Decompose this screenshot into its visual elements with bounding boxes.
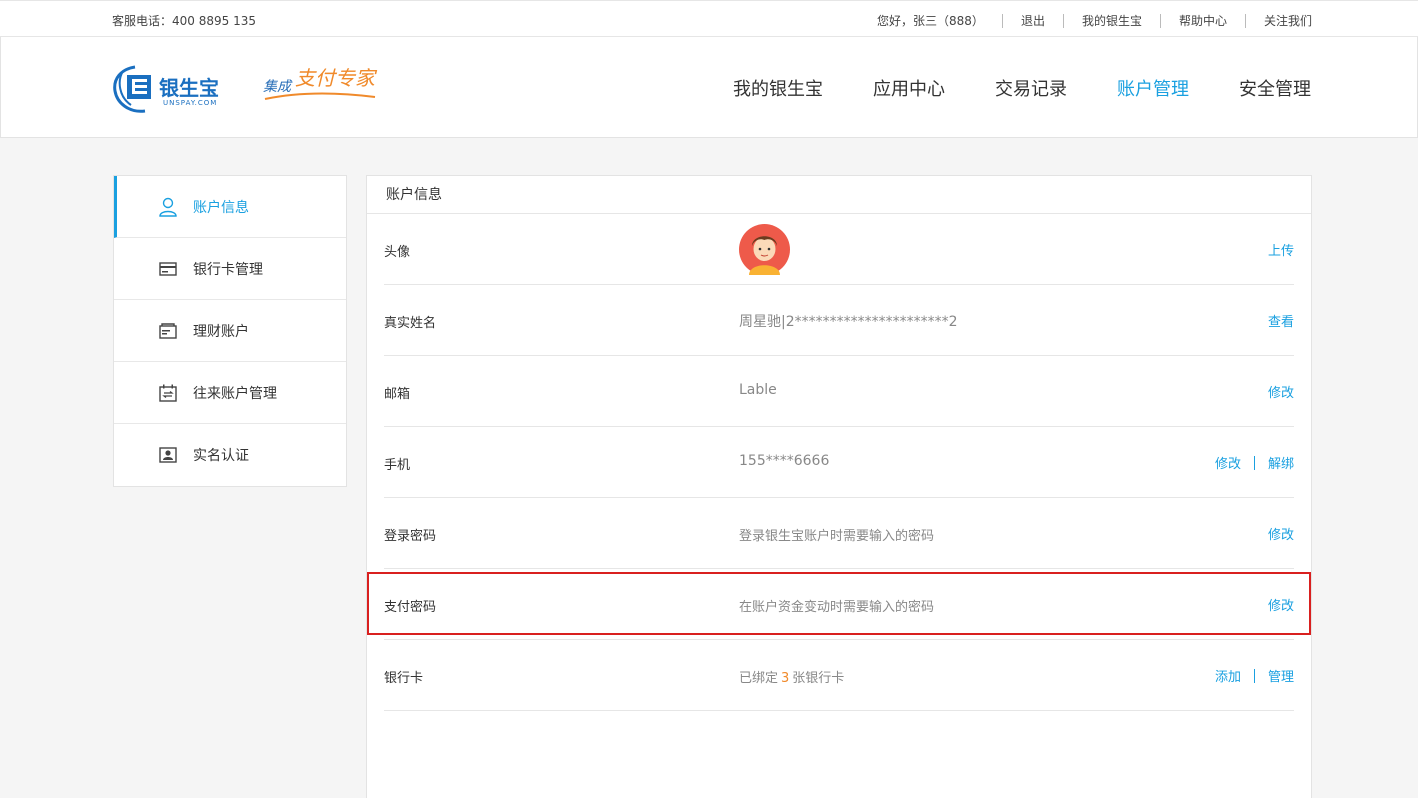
nav-account-management[interactable]: 账户管理 bbox=[1117, 75, 1189, 101]
login-password-label: 登录密码 bbox=[384, 529, 437, 544]
phone-value: 155****6666 bbox=[739, 453, 830, 469]
phone-actions: 修改 解绑 bbox=[1215, 453, 1294, 472]
my-unspay-link[interactable]: 我的银生宝 bbox=[1082, 12, 1142, 29]
user-icon bbox=[158, 197, 178, 217]
sidebar-item-real-name[interactable]: 实名认证 bbox=[114, 424, 346, 486]
avatar bbox=[739, 224, 790, 275]
real-name-actions: 查看 bbox=[1268, 311, 1294, 330]
divider bbox=[1244, 13, 1246, 28]
unspay-logo[interactable]: 银生宝 UNSPAY.COM 集成 支付专家 bbox=[113, 61, 383, 117]
panel-title: 账户信息 bbox=[367, 176, 1311, 214]
email-value: Lable bbox=[739, 382, 777, 398]
login-password-hint: 登录银生宝账户时需要输入的密码 bbox=[739, 529, 935, 544]
login-password-actions: 修改 bbox=[1268, 524, 1294, 543]
svg-text:集成: 集成 bbox=[263, 79, 293, 95]
svg-text:支付专家: 支付专家 bbox=[295, 66, 378, 90]
account-info-panel: 账户信息 头像 上传 真实姓名 周星驰|2*******************… bbox=[366, 175, 1312, 798]
svg-text:UNSPAY.COM: UNSPAY.COM bbox=[163, 99, 217, 107]
avatar-actions: 上传 bbox=[1268, 240, 1294, 259]
top-links: 您好，张三（888） 退出 我的银生宝 帮助中心 关注我们 bbox=[877, 12, 1312, 29]
follow-us-link[interactable]: 关注我们 bbox=[1264, 12, 1312, 29]
sidebar-item-account-info[interactable]: 账户信息 bbox=[114, 176, 346, 238]
upload-avatar-button[interactable]: 上传 bbox=[1268, 240, 1294, 259]
unbind-phone-button[interactable]: 解绑 bbox=[1268, 453, 1294, 472]
email-label: 邮箱 bbox=[384, 387, 411, 402]
email-actions: 修改 bbox=[1268, 382, 1294, 401]
top-bar: 客服电话：400 8895 135 您好，张三（888） 退出 我的银生宝 帮助… bbox=[0, 0, 1418, 37]
divider bbox=[1001, 13, 1003, 28]
wallet-icon bbox=[158, 321, 178, 341]
nav-my-unspay[interactable]: 我的银生宝 bbox=[733, 75, 823, 101]
divider bbox=[1062, 13, 1064, 28]
nav-app-center[interactable]: 应用中心 bbox=[873, 75, 945, 101]
pay-password-highlight bbox=[367, 572, 1311, 635]
row-avatar: 头像 上传 bbox=[384, 214, 1294, 285]
edit-login-password-button[interactable]: 修改 bbox=[1268, 524, 1294, 543]
sidebar-item-label: 账户信息 bbox=[193, 199, 249, 216]
service-phone: 客服电话：400 8895 135 bbox=[112, 14, 256, 28]
nav-transactions[interactable]: 交易记录 bbox=[995, 75, 1067, 101]
edit-email-button[interactable]: 修改 bbox=[1268, 382, 1294, 401]
bank-card-count: 3 bbox=[781, 671, 790, 686]
row-bank-card: 银行卡 已绑定 3 张银行卡 添加 管理 bbox=[384, 640, 1294, 711]
help-center-link[interactable]: 帮助中心 bbox=[1179, 12, 1227, 29]
logout-link[interactable]: 退出 bbox=[1021, 12, 1045, 29]
real-name-value: 周星驰|2**********************2 bbox=[739, 314, 958, 330]
row-login-password: 登录密码 登录银生宝账户时需要输入的密码 修改 bbox=[384, 498, 1294, 569]
user-greeting: 您好，张三（888） bbox=[877, 14, 984, 28]
bank-card-suffix: 张银行卡 bbox=[792, 671, 845, 686]
sidebar-item-label: 理财账户 bbox=[193, 323, 249, 340]
id-card-icon bbox=[158, 445, 178, 465]
bank-card-prefix: 已绑定 bbox=[739, 671, 779, 686]
bank-card-actions: 添加 管理 bbox=[1215, 666, 1294, 685]
nav-security[interactable]: 安全管理 bbox=[1239, 75, 1311, 101]
edit-phone-button[interactable]: 修改 bbox=[1215, 453, 1241, 472]
divider bbox=[1253, 668, 1255, 683]
view-real-name-button[interactable]: 查看 bbox=[1268, 311, 1294, 330]
phone-label: 手机 bbox=[384, 458, 411, 473]
bank-card-icon bbox=[158, 259, 178, 279]
sidebar-item-label: 银行卡管理 bbox=[193, 261, 263, 278]
site-header: 银生宝 UNSPAY.COM 集成 支付专家 我的银生宝 应用中心 交易记录 账… bbox=[0, 37, 1418, 138]
sidebar-item-bank-cards[interactable]: 银行卡管理 bbox=[114, 238, 346, 300]
divider bbox=[1159, 13, 1161, 28]
sidebar-item-label: 实名认证 bbox=[193, 448, 249, 464]
sidebar: 账户信息 银行卡管理 理财账户 往来账户管理 实名认证 bbox=[113, 175, 347, 487]
calendar-transfer-icon bbox=[158, 383, 178, 403]
row-phone: 手机 155****6666 修改 解绑 bbox=[384, 427, 1294, 498]
row-real-name: 真实姓名 周星驰|2**********************2 查看 bbox=[384, 285, 1294, 356]
svg-text:银生宝: 银生宝 bbox=[159, 76, 219, 100]
bank-card-label: 银行卡 bbox=[384, 671, 424, 686]
avatar-label: 头像 bbox=[384, 245, 411, 260]
add-bank-card-button[interactable]: 添加 bbox=[1215, 666, 1241, 685]
real-name-label: 真实姓名 bbox=[384, 316, 437, 331]
divider bbox=[1253, 455, 1255, 470]
sidebar-item-finance-account[interactable]: 理财账户 bbox=[114, 300, 346, 362]
manage-bank-cards-button[interactable]: 管理 bbox=[1268, 666, 1294, 685]
row-email: 邮箱 Lable 修改 bbox=[384, 356, 1294, 427]
main-nav: 我的银生宝 应用中心 交易记录 账户管理 安全管理 bbox=[683, 75, 1311, 101]
bank-card-summary: 已绑定 3 张银行卡 bbox=[739, 667, 844, 686]
sidebar-item-label: 往来账户管理 bbox=[193, 385, 277, 402]
sidebar-item-counterparty-accounts[interactable]: 往来账户管理 bbox=[114, 362, 346, 424]
